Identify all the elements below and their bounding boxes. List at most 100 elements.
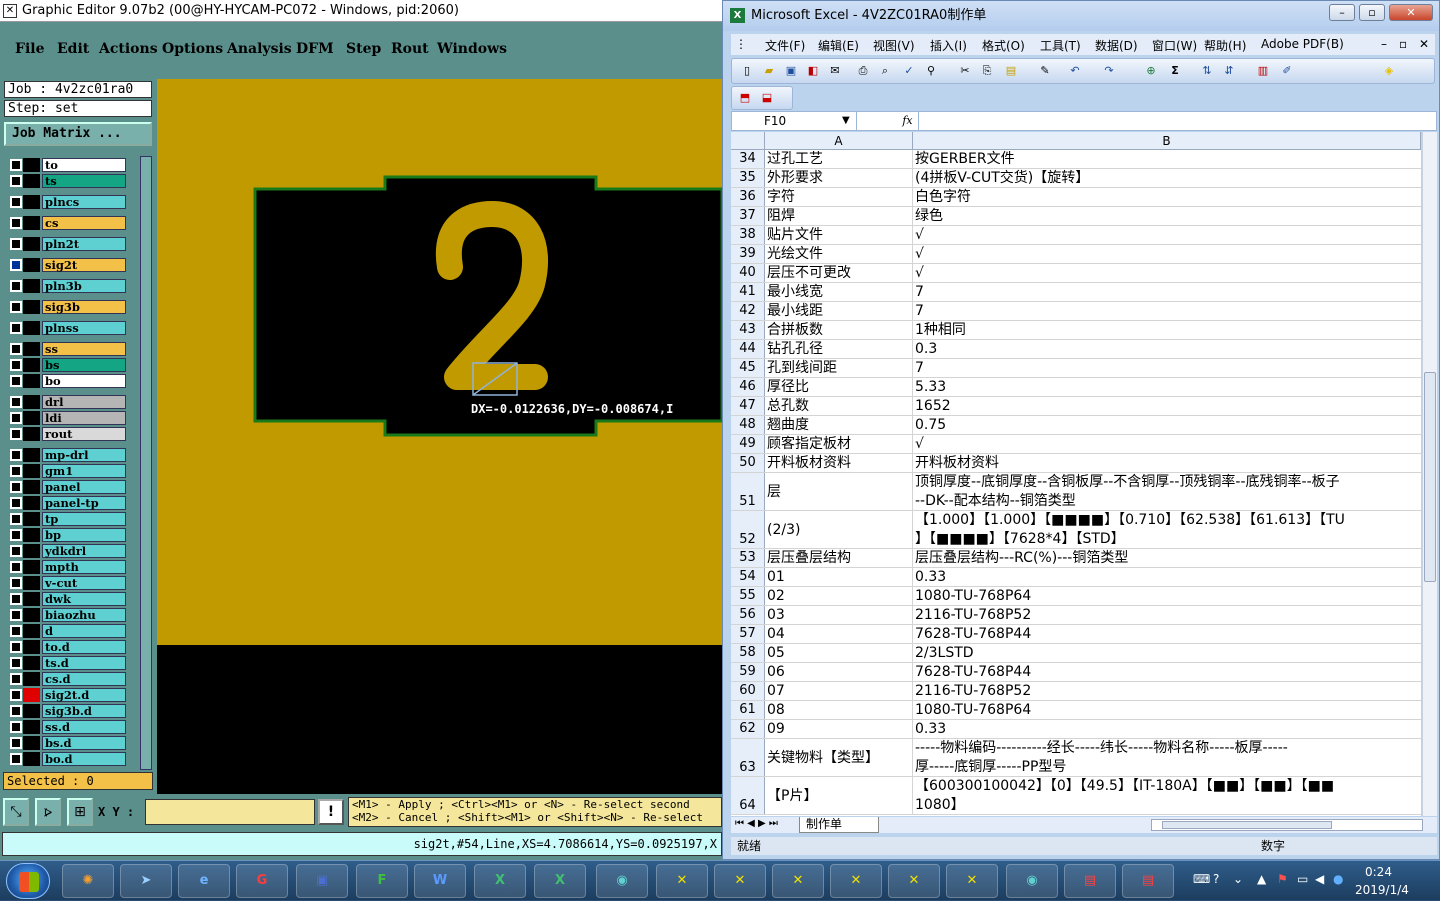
layer-checkbox[interactable] xyxy=(10,689,22,701)
layer-color-swatch[interactable] xyxy=(23,688,40,702)
layer-row-bo[interactable]: bo xyxy=(6,374,128,388)
cell-b[interactable]: 绿色 xyxy=(913,207,1421,225)
cell-b[interactable]: 2116-TU-768P52 xyxy=(913,682,1421,700)
layer-color-swatch[interactable] xyxy=(23,496,40,510)
menu-rout[interactable]: Rout xyxy=(391,41,429,57)
genesis-task-icon-1[interactable]: ✕ xyxy=(656,864,708,898)
excel-task-icon[interactable]: X xyxy=(474,864,526,898)
row-number[interactable]: 56 xyxy=(731,606,765,624)
cut-icon[interactable]: ✂ xyxy=(958,64,972,78)
layer-row-ldi[interactable]: ldi xyxy=(6,411,128,425)
layer-name[interactable]: sig2t.d xyxy=(42,688,126,702)
start-button[interactable] xyxy=(6,863,50,899)
layer-checkbox[interactable] xyxy=(10,561,22,573)
job-matrix-button[interactable]: Job Matrix ... xyxy=(4,122,152,146)
layer-color-swatch[interactable] xyxy=(23,560,40,574)
layer-color-swatch[interactable] xyxy=(23,427,40,441)
layer-checkbox[interactable] xyxy=(10,465,22,477)
layer-checkbox[interactable] xyxy=(10,280,22,292)
cell-a[interactable]: 02 xyxy=(765,587,913,605)
layer-row-to[interactable]: to xyxy=(6,158,128,172)
pdf-convert-icon[interactable]: ⬒ xyxy=(738,91,752,105)
cell-b[interactable]: 7 xyxy=(913,359,1421,377)
cell-b[interactable]: 5.33 xyxy=(913,378,1421,396)
layer-color-swatch[interactable] xyxy=(23,342,40,356)
layer-color-swatch[interactable] xyxy=(23,411,40,425)
sort-ascending-icon[interactable]: ⇅ xyxy=(1200,64,1214,78)
layer-name[interactable]: pln3b xyxy=(42,279,126,293)
layer-name[interactable]: cs xyxy=(42,216,126,230)
layer-name[interactable]: panel-tp xyxy=(42,496,126,510)
layer-row-cs-d[interactable]: cs.d xyxy=(6,672,128,686)
xl-menu-insert[interactable]: 插入(I) xyxy=(930,37,967,54)
copy-icon[interactable]: ⎘ xyxy=(980,64,994,78)
layer-checkbox[interactable] xyxy=(10,481,22,493)
cell-a[interactable]: 总孔数 xyxy=(765,397,913,415)
layer-name[interactable]: v-cut xyxy=(42,576,126,590)
layer-color-swatch[interactable] xyxy=(23,464,40,478)
menu-windows[interactable]: Windows xyxy=(437,41,507,57)
layer-name[interactable]: cs.d xyxy=(42,672,126,686)
g-app-icon[interactable]: G xyxy=(236,864,288,898)
volume-icon[interactable]: ◀ xyxy=(1315,872,1324,886)
row-number[interactable]: 39 xyxy=(731,245,765,263)
cell-b[interactable]: 7628-TU-768P44 xyxy=(913,625,1421,643)
cell-b[interactable]: 层压叠层结构---RC(%)---铜箔类型 xyxy=(913,549,1421,567)
layer-name[interactable]: biaozhu xyxy=(42,608,126,622)
cell-a[interactable]: 09 xyxy=(765,720,913,738)
cell-b[interactable]: 【600300100042】【0】【49.5】【IT-180A】【■■】【■■】… xyxy=(913,777,1421,814)
layer-color-swatch[interactable] xyxy=(23,752,40,766)
cell-a[interactable]: 最小线距 xyxy=(765,302,913,320)
network-icon[interactable]: ▭ xyxy=(1297,872,1308,886)
menu-actions[interactable]: Actions xyxy=(99,41,158,57)
layer-name[interactable]: sig3b xyxy=(42,300,126,314)
word-icon[interactable]: W xyxy=(414,864,466,898)
cell-a[interactable]: 厚径比 xyxy=(765,378,913,396)
layer-row-mpth[interactable]: mpth xyxy=(6,560,128,574)
drawing-icon[interactable]: ✐ xyxy=(1280,64,1294,78)
cell-b[interactable]: 7 xyxy=(913,283,1421,301)
layer-row-tp[interactable]: tp xyxy=(6,512,128,526)
layer-name[interactable]: panel xyxy=(42,480,126,494)
select-all-corner[interactable] xyxy=(731,132,765,150)
layer-color-swatch[interactable] xyxy=(23,640,40,654)
layer-checkbox[interactable] xyxy=(10,497,22,509)
layer-checkbox[interactable] xyxy=(10,343,22,355)
layer-row-ydkdrl[interactable]: ydkdrl xyxy=(6,544,128,558)
cell-b[interactable]: 2/3LSTD xyxy=(913,644,1421,662)
pdf-task-icon-2[interactable]: ▤ xyxy=(1122,864,1174,898)
cell-a[interactable]: 外形要求 xyxy=(765,169,913,187)
layer-row-gm1[interactable]: gm1 xyxy=(6,464,128,478)
layer-color-swatch[interactable] xyxy=(23,358,40,372)
layer-row-bp[interactable]: bp xyxy=(6,528,128,542)
layer-color-swatch[interactable] xyxy=(23,512,40,526)
cell-b[interactable]: 顶铜厚度--底铜厚度--含铜板厚--不含铜厚--顶残铜率--底残铜率--板子 --… xyxy=(913,473,1421,510)
app-tray-icon[interactable]: ● xyxy=(1333,872,1343,886)
layer-row-drl[interactable]: drl xyxy=(6,395,128,409)
layer-name[interactable]: plncs xyxy=(42,195,126,209)
chart-wizard-icon[interactable]: ▥ xyxy=(1256,64,1270,78)
vertical-scroll-thumb[interactable] xyxy=(1424,372,1436,582)
genesis-task-icon-2[interactable]: ✕ xyxy=(714,864,766,898)
cell-a[interactable]: 孔到线间距 xyxy=(765,359,913,377)
cell-b[interactable]: (4拼板V-CUT交货)【旋转】 xyxy=(913,169,1421,187)
cell-a[interactable]: 阻焊 xyxy=(765,207,913,225)
row-number[interactable]: 62 xyxy=(731,720,765,738)
research-icon[interactable]: ⚲ xyxy=(924,64,938,78)
horizontal-scroll-thumb[interactable] xyxy=(1162,821,1332,829)
cell-b[interactable]: 0.3 xyxy=(913,340,1421,358)
cell-a[interactable]: 【P片】 xyxy=(765,777,913,814)
layer-color-swatch[interactable] xyxy=(23,158,40,172)
layer-row-ts[interactable]: ts xyxy=(6,174,128,188)
xl-menu-format[interactable]: 格式(O) xyxy=(982,37,1025,54)
layer-color-swatch[interactable] xyxy=(23,608,40,622)
layer-name[interactable]: to xyxy=(42,158,126,172)
layer-color-swatch[interactable] xyxy=(23,216,40,230)
doc-minimize-icon[interactable]: – xyxy=(1381,37,1387,51)
menu-dfm[interactable]: DFM xyxy=(296,41,334,57)
xl-menu-view[interactable]: 视图(V) xyxy=(873,37,915,54)
name-box-dropdown-icon[interactable]: ▼ xyxy=(842,115,850,126)
cell-b[interactable]: 7628-TU-768P44 xyxy=(913,663,1421,681)
row-number[interactable]: 43 xyxy=(731,321,765,339)
layer-name[interactable]: ldi xyxy=(42,411,126,425)
